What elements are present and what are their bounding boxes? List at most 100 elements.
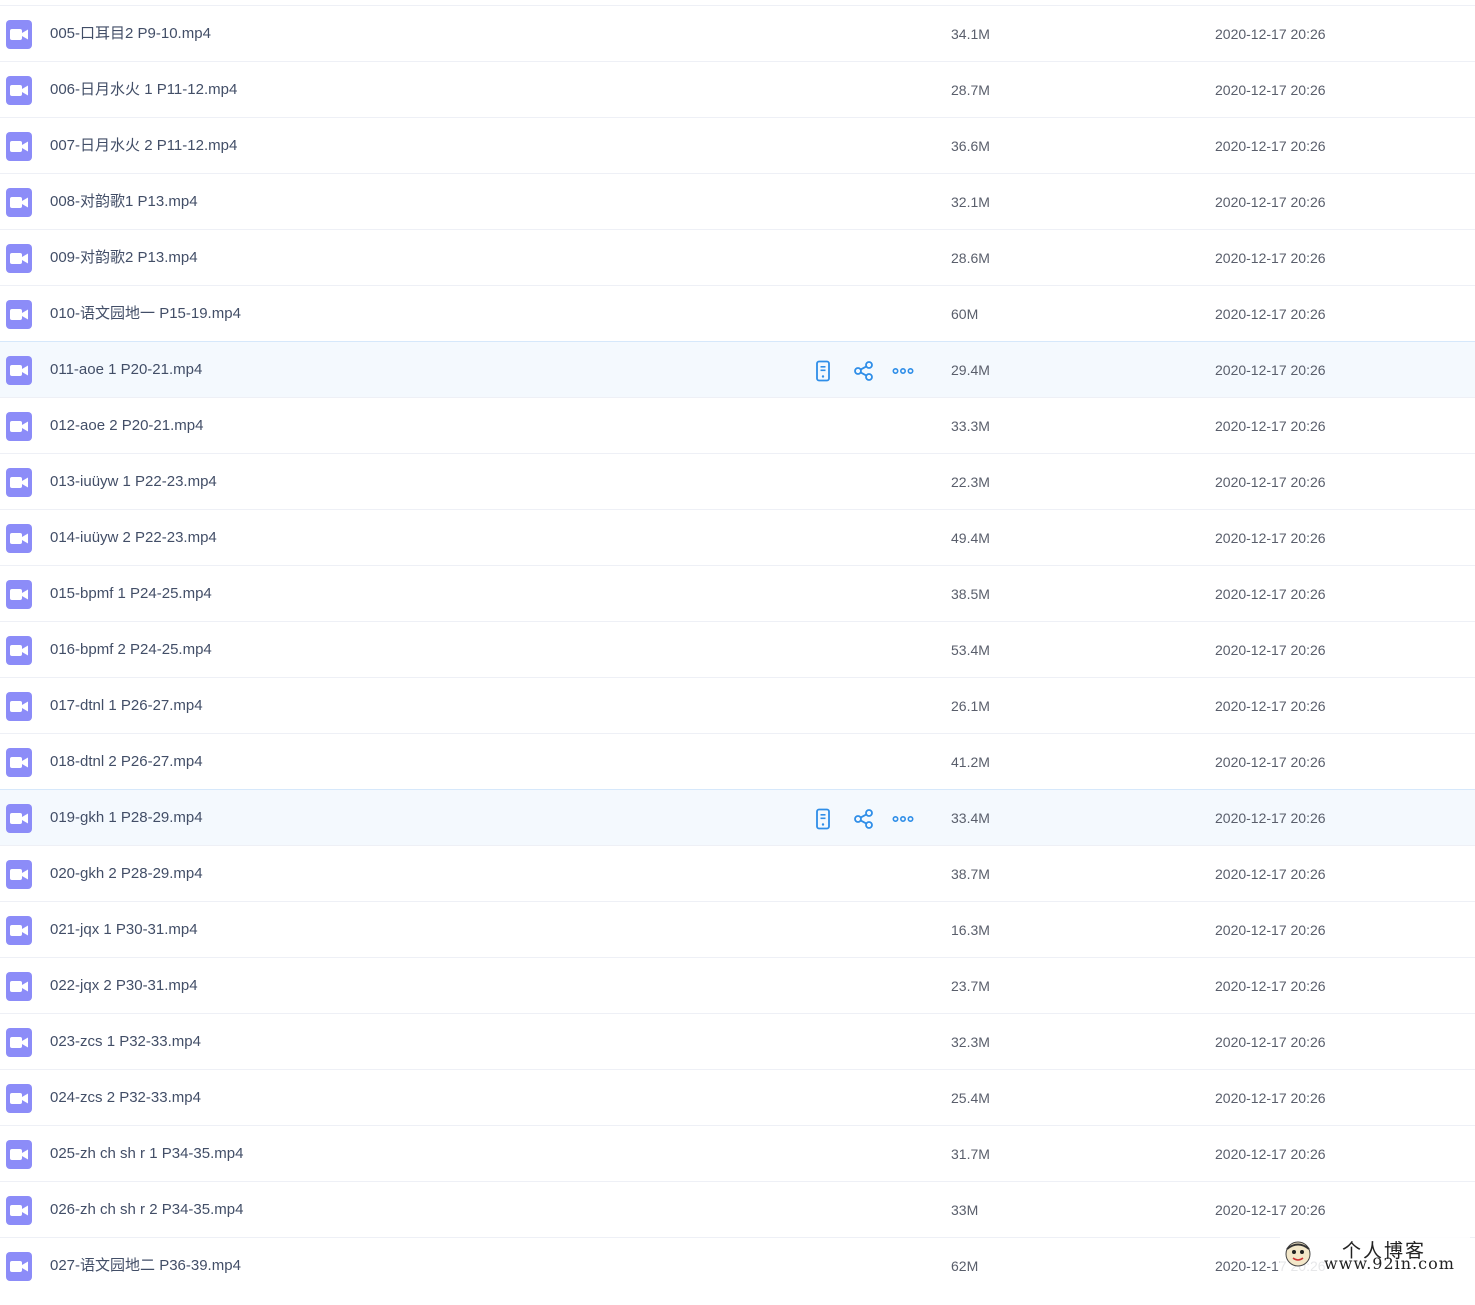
file-modified-date: 2020-12-17 20:26 xyxy=(1215,586,1326,602)
file-name[interactable]: 027-语文园地二 P36-39.mp4 xyxy=(50,1257,241,1275)
file-row[interactable]: 020-gkh 2 P28-29.mp4 38.7M 2020-12-17 20:2… xyxy=(0,845,1475,901)
file-modified-date: 2020-12-17 20:26 xyxy=(1215,754,1326,770)
file-row[interactable]: 008-对韵歌1 P13.mp4 32.1M 2020-12-17 20:26 xyxy=(0,173,1475,229)
file-name[interactable]: 024-zcs 2 P32-33.mp4 xyxy=(50,1089,201,1107)
file-name[interactable]: 025-zh ch sh r 1 P34-35.mp4 xyxy=(50,1145,243,1163)
video-file-icon xyxy=(6,1140,32,1169)
file-row[interactable]: 012-aoe 2 P20-21.mp4 33.3M 2020-12-17 20:2… xyxy=(0,397,1475,453)
file-name[interactable]: 026-zh ch sh r 2 P34-35.mp4 xyxy=(50,1201,243,1219)
file-row[interactable]: 023-zcs 1 P32-33.mp4 32.3M 2020-12-17 20:2… xyxy=(0,1013,1475,1069)
video-file-icon xyxy=(6,1252,32,1281)
file-name[interactable]: 012-aoe 2 P20-21.mp4 xyxy=(50,417,203,435)
file-modified-date: 2020-12-17 20:26 xyxy=(1215,1146,1326,1162)
file-name[interactable]: 019-gkh 1 P28-29.mp4 xyxy=(50,809,203,827)
video-file-icon xyxy=(6,76,32,105)
file-row[interactable]: 013-iuüyw 1 P22-23.mp4 22.3M 2020-12-17 20… xyxy=(0,453,1475,509)
video-file-icon xyxy=(6,1196,32,1225)
file-size: 23.7M xyxy=(951,978,990,994)
file-row[interactable]: 027-语文园地二 P36-39.mp4 62M 2020-12-17 20:26 xyxy=(0,1237,1475,1293)
file-size: 53.4M xyxy=(951,642,990,658)
file-size: 22.3M xyxy=(951,474,990,490)
file-size: 28.7M xyxy=(951,82,990,98)
file-row[interactable]: 005-口耳目2 P9-10.mp4 34.1M 2020-12-17 20:26 xyxy=(0,5,1475,61)
file-modified-date: 2020-12-17 20:26 xyxy=(1215,922,1326,938)
file-size: 38.7M xyxy=(951,866,990,882)
file-row[interactable]: 016-bpmf 2 P24-25.mp4 53.4M 2020-12-17 20:… xyxy=(0,621,1475,677)
file-name[interactable]: 010-语文园地一 P15-19.mp4 xyxy=(50,305,241,323)
file-modified-date: 2020-12-17 20:26 xyxy=(1215,1202,1326,1218)
file-name[interactable]: 007-日月水火 2 P11-12.mp4 xyxy=(50,137,237,155)
file-modified-date: 2020-12-17 20:26 xyxy=(1215,474,1326,490)
file-modified-date: 2020-12-17 20:26 xyxy=(1215,250,1326,266)
file-row[interactable]: 021-jqx 1 P30-31.mp4 16.3M 2020-12-17 20:2… xyxy=(0,901,1475,957)
file-name[interactable]: 011-aoe 1 P20-21.mp4 xyxy=(50,361,202,379)
more-options-icon[interactable] xyxy=(892,360,914,382)
file-size: 62M xyxy=(951,1258,979,1274)
file-size: 49.4M xyxy=(951,530,990,546)
file-size: 33.3M xyxy=(951,418,990,434)
file-modified-date: 2020-12-17 20:26 xyxy=(1215,978,1326,994)
video-file-icon xyxy=(6,412,32,441)
share-icon[interactable] xyxy=(853,808,875,830)
file-modified-date: 2020-12-17 20:26 xyxy=(1215,82,1326,98)
file-row[interactable]: 006-日月水火 1 P11-12.mp4 28.7M 2020-12-17 20:… xyxy=(0,61,1475,117)
video-file-icon xyxy=(6,1084,32,1113)
file-name[interactable]: 009-对韵歌2 P13.mp4 xyxy=(50,249,198,267)
share-icon[interactable] xyxy=(853,360,875,382)
file-row[interactable]: 018-dtnl 2 P26-27.mp4 41.2M 2020-12-17 20:… xyxy=(0,733,1475,789)
file-size: 25.4M xyxy=(951,1090,990,1106)
file-name[interactable]: 017-dtnl 1 P26-27.mp4 xyxy=(50,697,203,715)
file-size: 29.4M xyxy=(951,362,990,378)
file-row[interactable]: 010-语文园地一 P15-19.mp4 60M 2020-12-17 20:26 xyxy=(0,285,1475,341)
file-size: 32.1M xyxy=(951,194,990,210)
file-size: 16.3M xyxy=(951,922,990,938)
file-modified-date: 2020-12-17 20:26 xyxy=(1215,194,1326,210)
file-name[interactable]: 022-jqx 2 P30-31.mp4 xyxy=(50,977,198,995)
file-modified-date: 2020-12-17 20:26 xyxy=(1215,866,1326,882)
file-modified-date: 2020-12-17 20:26 xyxy=(1215,642,1326,658)
file-modified-date: 2020-12-17 20:26 xyxy=(1215,418,1326,434)
file-size: 28.6M xyxy=(951,250,990,266)
video-file-icon xyxy=(6,244,32,273)
file-row[interactable]: 019-gkh 1 P28-29.mp4 33.4M 2020-12-17 20:2… xyxy=(0,789,1475,846)
file-name[interactable]: 018-dtnl 2 P26-27.mp4 xyxy=(50,753,203,771)
file-size: 36.6M xyxy=(951,138,990,154)
file-size: 33.4M xyxy=(951,810,990,826)
file-row[interactable]: 007-日月水火 2 P11-12.mp4 36.6M 2020-12-17 20:… xyxy=(0,117,1475,173)
file-name[interactable]: 008-对韵歌1 P13.mp4 xyxy=(50,193,198,211)
file-name[interactable]: 020-gkh 2 P28-29.mp4 xyxy=(50,865,203,883)
file-name[interactable]: 021-jqx 1 P30-31.mp4 xyxy=(50,921,198,939)
send-to-phone-icon[interactable] xyxy=(812,808,834,830)
video-file-icon xyxy=(6,692,32,721)
file-row[interactable]: 022-jqx 2 P30-31.mp4 23.7M 2020-12-17 20:2… xyxy=(0,957,1475,1013)
file-name[interactable]: 013-iuüyw 1 P22-23.mp4 xyxy=(50,473,217,491)
file-name[interactable]: 015-bpmf 1 P24-25.mp4 xyxy=(50,585,212,603)
video-file-icon xyxy=(6,300,32,329)
video-file-icon xyxy=(6,804,32,833)
file-row[interactable]: 017-dtnl 1 P26-27.mp4 26.1M 2020-12-17 20:… xyxy=(0,677,1475,733)
file-row[interactable]: 026-zh ch sh r 2 P34-35.mp4 33M 2020-12-17… xyxy=(0,1181,1475,1237)
file-modified-date: 2020-12-17 20:26 xyxy=(1215,698,1326,714)
video-file-icon xyxy=(6,468,32,497)
file-row[interactable]: 015-bpmf 1 P24-25.mp4 38.5M 2020-12-17 20:… xyxy=(0,565,1475,621)
file-modified-date: 2020-12-17 20:26 xyxy=(1215,306,1326,322)
file-row[interactable]: 014-iuüyw 2 P22-23.mp4 49.4M 2020-12-17 20… xyxy=(0,509,1475,565)
send-to-phone-icon[interactable] xyxy=(812,360,834,382)
video-file-icon xyxy=(6,20,32,49)
file-name[interactable]: 006-日月水火 1 P11-12.mp4 xyxy=(50,81,237,99)
file-row[interactable]: 009-对韵歌2 P13.mp4 28.6M 2020-12-17 20:26 xyxy=(0,229,1475,285)
file-modified-date: 2020-12-17 20:26 xyxy=(1215,138,1326,154)
more-options-icon[interactable] xyxy=(892,808,914,830)
video-file-icon xyxy=(6,580,32,609)
file-size: 34.1M xyxy=(951,26,990,42)
video-file-icon xyxy=(6,524,32,553)
file-row[interactable]: 011-aoe 1 P20-21.mp4 29.4M 2020-12-17 20:2… xyxy=(0,341,1475,398)
video-file-icon xyxy=(6,860,32,889)
file-name[interactable]: 005-口耳目2 P9-10.mp4 xyxy=(50,25,211,43)
file-name[interactable]: 023-zcs 1 P32-33.mp4 xyxy=(50,1033,201,1051)
file-modified-date: 2020-12-17 20:26 xyxy=(1215,1090,1326,1106)
file-name[interactable]: 016-bpmf 2 P24-25.mp4 xyxy=(50,641,212,659)
file-row[interactable]: 024-zcs 2 P32-33.mp4 25.4M 2020-12-17 20:2… xyxy=(0,1069,1475,1125)
file-name[interactable]: 014-iuüyw 2 P22-23.mp4 xyxy=(50,529,217,547)
file-row[interactable]: 025-zh ch sh r 1 P34-35.mp4 31.7M 2020-12-… xyxy=(0,1125,1475,1181)
